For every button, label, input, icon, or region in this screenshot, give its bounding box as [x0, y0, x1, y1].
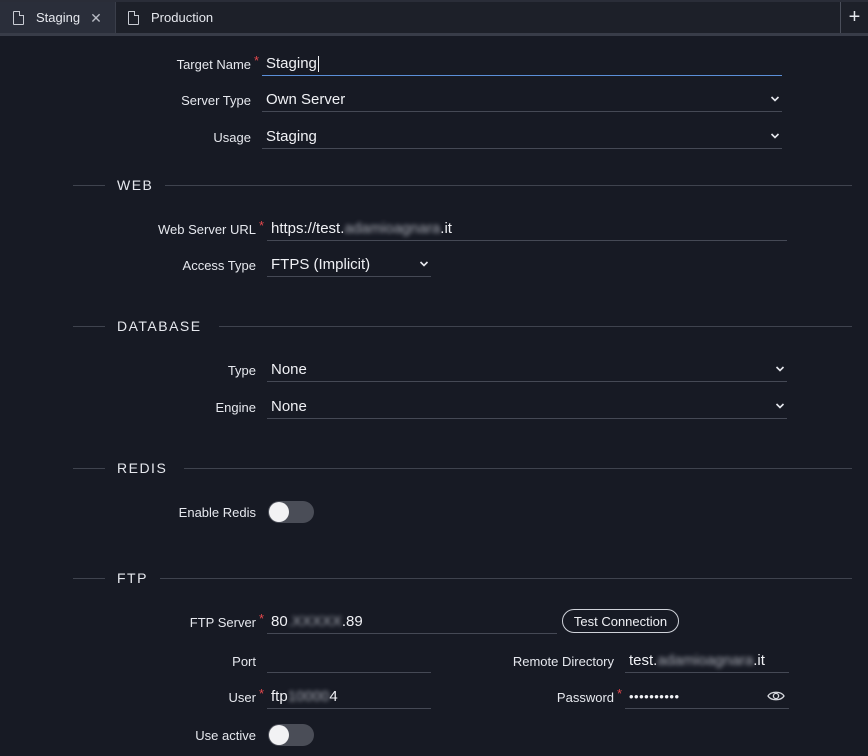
web-server-url-label: Web Server URL	[157, 222, 256, 237]
database-engine-select[interactable]: None	[267, 395, 787, 419]
test-connection-button[interactable]: Test Connection	[562, 609, 679, 633]
section-title: WEB	[117, 177, 154, 193]
eye-icon[interactable]	[767, 689, 785, 707]
port-input[interactable]	[267, 649, 431, 673]
access-type-label: Access Type	[182, 258, 256, 273]
masked-text: adamioagnara	[657, 652, 754, 669]
ftp-server-input[interactable]: 80 .XXXXX .89	[267, 610, 557, 634]
port-label: Port	[232, 654, 256, 669]
usage-select[interactable]: Staging	[262, 125, 782, 149]
section-ftp: FTP	[73, 570, 852, 586]
target-name-label: Target Name	[176, 57, 251, 72]
add-tab-icon[interactable]: +	[840, 2, 868, 33]
chevron-down-icon	[775, 362, 785, 376]
password-label: Password	[556, 690, 614, 705]
server-type-select[interactable]: Own Server	[262, 88, 782, 112]
server-type-label: Server Type	[181, 93, 251, 108]
tab-bar: Staging ✕ Production +	[0, 0, 868, 36]
database-type-label: Type	[227, 363, 256, 378]
use-active-toggle[interactable]	[268, 724, 314, 746]
section-title: REDIS	[117, 460, 168, 476]
text-caret	[317, 55, 319, 72]
required-marker: *	[259, 611, 265, 626]
target-name-input[interactable]: Staging	[262, 52, 782, 76]
masked-text: adamioagnara	[344, 220, 441, 237]
ftp-server-label: FTP Server	[189, 615, 256, 630]
masked-text: .XXXXX	[287, 613, 342, 630]
access-type-select[interactable]: FTPS (Implicit)	[267, 253, 431, 277]
required-marker: *	[617, 686, 623, 701]
web-server-url-input[interactable]: https://test. adamioagnara .it	[267, 217, 787, 241]
remote-directory-input[interactable]: test. adamioagnara .it	[625, 649, 789, 673]
tab-staging[interactable]: Staging ✕	[0, 2, 116, 33]
required-marker: *	[254, 53, 260, 68]
database-engine-label: Engine	[215, 400, 256, 415]
toggle-knob	[269, 725, 289, 745]
tab-label: Production	[151, 10, 214, 25]
usage-label: Usage	[213, 130, 251, 145]
chevron-down-icon	[770, 92, 780, 106]
enable-redis-toggle[interactable]	[268, 501, 314, 523]
tab-label: Staging	[36, 10, 81, 25]
database-type-select[interactable]: None	[267, 358, 787, 382]
section-title: DATABASE	[117, 318, 202, 334]
user-label: User	[228, 690, 256, 705]
use-active-label: Use active	[195, 728, 256, 743]
section-web: WEB	[73, 177, 852, 193]
required-marker: *	[259, 686, 265, 701]
document-icon	[128, 10, 139, 25]
document-icon	[13, 10, 24, 25]
required-marker: *	[259, 218, 265, 233]
chevron-down-icon	[770, 129, 780, 143]
section-title: FTP	[117, 570, 148, 586]
user-input[interactable]: ftp 10000 4	[267, 685, 431, 709]
chevron-down-icon	[419, 257, 429, 271]
toggle-knob	[269, 502, 289, 522]
masked-text: 10000	[287, 688, 330, 705]
chevron-down-icon	[775, 399, 785, 413]
close-icon[interactable]: ✕	[90, 11, 102, 25]
remote-directory-label: Remote Directory	[512, 654, 614, 669]
section-database: DATABASE	[73, 318, 852, 334]
enable-redis-label: Enable Redis	[178, 505, 256, 520]
tab-production[interactable]: Production	[117, 2, 317, 33]
password-input[interactable]: ••••••••••	[625, 685, 789, 709]
section-redis: REDIS	[73, 460, 852, 476]
